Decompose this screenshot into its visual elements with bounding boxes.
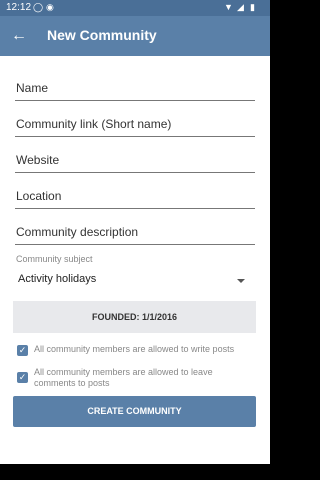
location-field-container <box>15 186 256 209</box>
create-community-button[interactable]: CREATE COMMUNITY <box>13 396 256 427</box>
signal-icon: ◢ <box>237 2 244 12</box>
write-posts-checkbox[interactable]: ✓ <box>17 345 28 356</box>
app-bar: ← New Community <box>0 16 270 56</box>
location-input[interactable] <box>15 186 256 206</box>
wifi-icon: ▼ <box>224 2 233 12</box>
community-link-input[interactable] <box>15 114 256 134</box>
comment-posts-option[interactable]: ✓ All community members are allowed to l… <box>17 367 252 391</box>
battery-icon: ▮ <box>250 2 255 12</box>
write-posts-option[interactable]: ✓ All community members are allowed to w… <box>17 344 252 358</box>
description-field-container <box>15 222 256 245</box>
chat-bubble-icon: ◯ <box>33 2 44 12</box>
link-field-container <box>15 114 256 137</box>
page-title: New Community <box>47 27 157 43</box>
founded-date-button[interactable]: FOUNDED: 1/1/2016 <box>13 301 256 333</box>
description-input[interactable] <box>15 222 256 242</box>
system-nav-bar <box>0 464 270 480</box>
status-bar: 12:12 ◯ ◉ ▼ ◢ ▮ <box>0 0 270 16</box>
dropdown-arrow-icon <box>237 279 245 283</box>
form-content: Community subject Activity holidays FOUN… <box>0 56 270 464</box>
website-field-container <box>15 150 256 173</box>
name-field-container <box>15 78 256 101</box>
website-input[interactable] <box>15 150 256 170</box>
subject-value: Activity holidays <box>18 273 97 285</box>
comment-posts-label: All community members are allowed to lea… <box>34 367 213 388</box>
write-posts-label: All community members are allowed to wri… <box>34 344 235 354</box>
status-time: 12:12 <box>6 2 32 13</box>
subject-dropdown[interactable]: Activity holidays <box>15 268 255 292</box>
sync-icon: ◉ <box>46 2 54 12</box>
comment-posts-checkbox[interactable]: ✓ <box>17 372 28 383</box>
subject-label: Community subject <box>16 254 93 264</box>
name-input[interactable] <box>15 78 256 98</box>
back-arrow-icon[interactable]: ← <box>8 25 30 47</box>
